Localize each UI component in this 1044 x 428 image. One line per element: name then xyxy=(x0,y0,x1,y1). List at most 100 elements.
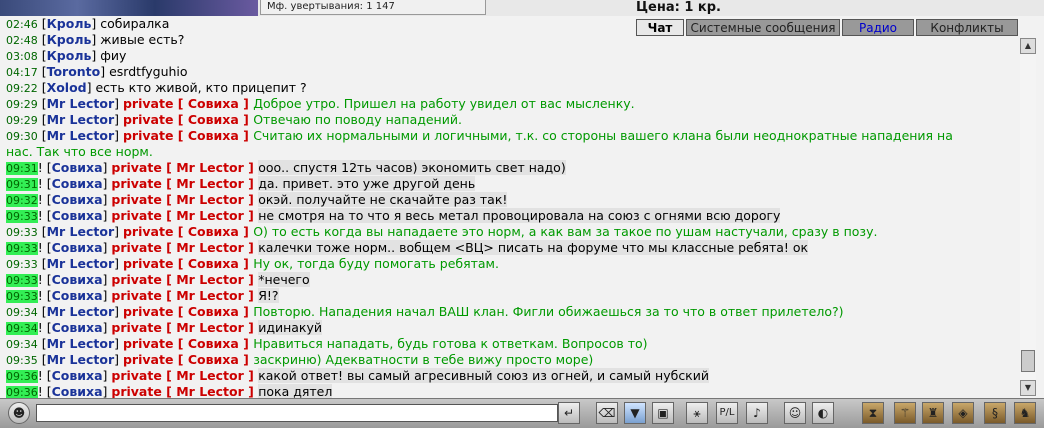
recipient-nick[interactable]: Mr Lector xyxy=(176,192,244,207)
excl-mark: ! xyxy=(37,368,47,383)
sender-nick[interactable]: Совиха xyxy=(52,272,103,287)
private-label: private [ xyxy=(122,224,188,239)
message-time[interactable]: 09:36 xyxy=(6,386,38,398)
sender-nick[interactable]: Mr Lector xyxy=(47,336,115,351)
message-time[interactable]: 02:48 xyxy=(6,34,38,47)
recipient-nick[interactable]: Совиха xyxy=(188,352,239,367)
message-time[interactable]: 09:33 xyxy=(6,242,38,255)
chat-message: нас. Так что все норм. xyxy=(6,144,153,160)
excl-mark: ! xyxy=(37,240,47,255)
chat-message: 09:34! [Совиха] private [ Mr Lector ] ид… xyxy=(6,320,322,336)
recipient-nick[interactable]: Совиха xyxy=(188,224,239,239)
message-time[interactable]: 02:46 xyxy=(6,18,38,31)
music-icon[interactable]: ♪ xyxy=(746,402,768,424)
recipient-nick[interactable]: Mr Lector xyxy=(176,272,244,287)
sender-nick[interactable]: Совиха xyxy=(52,288,103,303)
recipient-nick[interactable]: Mr Lector xyxy=(176,176,244,191)
armor-icon[interactable]: ♞ xyxy=(1014,402,1036,424)
chat-scrollbar[interactable]: ▲ ▼ xyxy=(1020,38,1036,398)
filter-icon[interactable]: ▼ xyxy=(624,402,646,424)
message-time[interactable]: 09:34 xyxy=(6,306,38,319)
helmet-icon[interactable]: ◐ xyxy=(812,402,834,424)
chat-message: 09:36! [Совиха] private [ Mr Lector ] ка… xyxy=(6,368,709,384)
pl-icon[interactable]: P/L xyxy=(716,402,738,424)
recipient-nick[interactable]: Mr Lector xyxy=(176,384,244,398)
message-text: заскриню) Адекватности в тебе вижу прост… xyxy=(253,352,594,367)
message-time[interactable]: 09:35 xyxy=(6,354,38,367)
sender-nick[interactable]: Mr Lector xyxy=(47,224,115,239)
message-time[interactable]: 09:22 xyxy=(6,82,38,95)
chat-input[interactable] xyxy=(36,404,558,422)
bag-icon[interactable]: ♜ xyxy=(922,402,944,424)
smile-face-icon[interactable]: ☻ xyxy=(8,402,30,424)
scroll-thumb[interactable] xyxy=(1021,350,1035,372)
message-time[interactable]: 03:08 xyxy=(6,50,38,63)
message-time[interactable]: 09:31 xyxy=(6,178,38,191)
enter-icon[interactable]: ↵ xyxy=(558,402,580,424)
magic-wand-icon[interactable]: ⚚ xyxy=(894,402,916,424)
sender-nick[interactable]: Mr Lector xyxy=(47,304,115,319)
sender-nick[interactable]: Mr Lector xyxy=(47,256,115,271)
recipient-nick[interactable]: Mr Lector xyxy=(176,320,244,335)
message-time[interactable]: 09:33 xyxy=(6,258,38,271)
excl-mark: ! xyxy=(37,208,47,223)
recipient-nick[interactable]: Совиха xyxy=(188,256,239,271)
message-time[interactable]: 09:36 xyxy=(6,370,38,383)
scroll-down-icon[interactable]: ▼ xyxy=(1020,380,1036,396)
sender-nick[interactable]: Toronto xyxy=(47,64,101,79)
sender-nick[interactable]: Совиха xyxy=(52,384,103,398)
sender-nick[interactable]: Кроль xyxy=(47,32,92,47)
sender-nick[interactable]: Mr Lector xyxy=(47,128,115,143)
recipient-nick[interactable]: Mr Lector xyxy=(176,160,244,175)
eraser-icon[interactable]: ⌫ xyxy=(596,402,618,424)
message-time[interactable]: 09:33 xyxy=(6,226,38,239)
sender-nick[interactable]: Совиха xyxy=(52,160,103,175)
sender-nick[interactable]: Совиха xyxy=(52,192,103,207)
sender-nick[interactable]: Совиха xyxy=(52,368,103,383)
message-time[interactable]: 04:17 xyxy=(6,66,38,79)
hourglass-icon[interactable]: ⧗ xyxy=(862,402,884,424)
sender-nick[interactable]: Кроль xyxy=(47,16,92,31)
smiley-icon[interactable]: ☺ xyxy=(784,402,806,424)
private-label: ] xyxy=(238,336,254,351)
message-time[interactable]: 09:32 xyxy=(6,194,38,207)
treasure-icon[interactable]: ◈ xyxy=(952,402,974,424)
message-time[interactable]: 09:34 xyxy=(6,338,38,351)
message-time[interactable]: 09:31 xyxy=(6,162,38,175)
recipient-nick[interactable]: Совиха xyxy=(188,336,239,351)
recipient-nick[interactable]: Совиха xyxy=(188,304,239,319)
sender-nick[interactable]: Совиха xyxy=(52,208,103,223)
sender-nick[interactable]: Mr Lector xyxy=(47,352,115,367)
excl-mark: ! xyxy=(37,176,47,191)
sender-nick[interactable]: Mr Lector xyxy=(47,112,115,127)
recipient-nick[interactable]: Mr Lector xyxy=(176,368,244,383)
recipient-nick[interactable]: Совиха xyxy=(188,112,239,127)
sender-nick[interactable]: Совиха xyxy=(52,176,103,191)
message-time[interactable]: 09:29 xyxy=(6,114,38,127)
bracket: ] xyxy=(114,336,123,351)
sender-nick[interactable]: Кроль xyxy=(47,48,92,63)
recipient-nick[interactable]: Совиха xyxy=(188,128,239,143)
recipient-nick[interactable]: Mr Lector xyxy=(176,288,244,303)
chat-message: 09:33 [Mr Lector] private [ Совиха ] Ну … xyxy=(6,256,499,272)
message-text: Отвечаю по поводу нападений. xyxy=(253,112,462,127)
message-time[interactable]: 09:33 xyxy=(6,274,38,287)
message-time[interactable]: 09:33 xyxy=(6,290,38,303)
message-time[interactable]: 09:33 xyxy=(6,210,38,223)
sender-nick[interactable]: Mr Lector xyxy=(47,96,115,111)
recipient-nick[interactable]: Совиха xyxy=(188,96,239,111)
sender-nick[interactable]: Совиха xyxy=(52,320,103,335)
recipient-nick[interactable]: Mr Lector xyxy=(176,240,244,255)
chat-message: 09:36! [Совиха] private [ Mr Lector ] по… xyxy=(6,384,333,398)
sender-nick[interactable]: Совиха xyxy=(52,240,103,255)
sender-nick[interactable]: Xolod xyxy=(47,80,87,95)
recipient-nick[interactable]: Mr Lector xyxy=(176,208,244,223)
dance-icon[interactable]: ⚹ xyxy=(686,402,708,424)
scroll-up-icon[interactable]: ▲ xyxy=(1020,38,1036,54)
save-icon[interactable]: ▣ xyxy=(652,402,674,424)
message-time[interactable]: 09:34 xyxy=(6,322,38,335)
message-time[interactable]: 09:29 xyxy=(6,98,38,111)
scroll-icon[interactable]: § xyxy=(984,402,1006,424)
message-time[interactable]: 09:30 xyxy=(6,130,38,143)
chat-message: 09:34 [Mr Lector] private [ Совиха ] Нра… xyxy=(6,336,648,352)
